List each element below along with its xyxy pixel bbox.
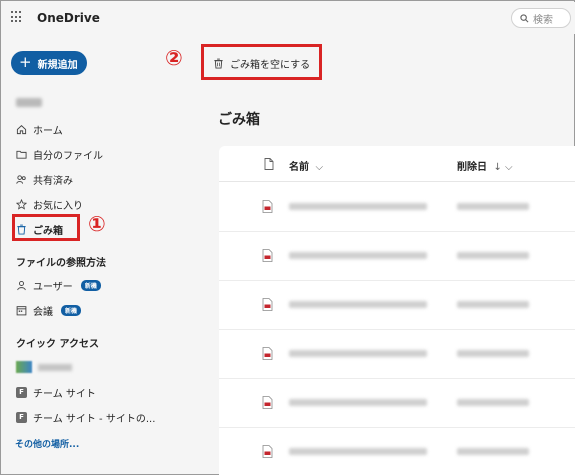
file-type-icon[interactable]: [264, 158, 274, 170]
file-name-blurred: [289, 399, 427, 406]
add-new-button[interactable]: + 新規追加: [11, 51, 87, 75]
empty-recycle-bin-button[interactable]: ごみ箱を空にする: [213, 55, 310, 71]
star-icon: [16, 198, 27, 210]
pdf-file-icon: [262, 298, 273, 311]
sidebar-item-label: ユーザー: [33, 281, 73, 293]
site-letter-icon: F: [16, 386, 27, 398]
quick-access-name-blurred[interactable]: [38, 364, 72, 371]
table-row[interactable]: [219, 428, 575, 475]
pdf-file-icon: [262, 445, 273, 458]
sidebar-item-label: お気に入り: [33, 200, 83, 212]
app-window: OneDrive 検索 + 新規追加 ホーム 自分のファイル 共有済み お気に入…: [0, 0, 575, 475]
deleted-date-blurred: [457, 252, 529, 259]
list-header: 名前 ⌵ 削除日 ↓ ⌵: [219, 146, 575, 182]
empty-recycle-bin-label: ごみ箱を空にする: [230, 59, 311, 71]
browse-section-title: ファイルの参照方法: [16, 258, 106, 269]
quick-item-team-site-2[interactable]: F チーム サイト - サイトの...: [16, 407, 155, 427]
new-badge: 新機: [80, 279, 101, 291]
chevron-down-icon: ⌵: [315, 162, 324, 173]
sidebar-item-label: 自分のファイル: [33, 150, 103, 162]
person-icon: [17, 280, 26, 290]
new-badge: 新機: [61, 304, 82, 316]
table-row[interactable]: [219, 183, 575, 232]
deleted-date-blurred: [457, 448, 529, 455]
people-icon: [16, 174, 26, 184]
deleted-date-blurred: [457, 203, 529, 210]
deleted-date-blurred: [457, 350, 529, 357]
column-header-name[interactable]: 名前 ⌵: [289, 158, 323, 173]
column-name-label: 名前: [289, 162, 309, 173]
sort-arrow-icon: ↓ ⌵: [493, 162, 513, 173]
sidebar-item-label: 会議: [33, 306, 53, 318]
file-name-blurred: [289, 203, 427, 210]
file-list: 名前 ⌵ 削除日 ↓ ⌵: [219, 146, 575, 475]
sidebar-item-label: 共有済み: [33, 175, 73, 187]
plus-icon: +: [19, 53, 32, 71]
deleted-date-blurred: [457, 399, 529, 406]
pdf-file-icon: [262, 249, 273, 262]
table-row[interactable]: [219, 281, 575, 330]
sidebar-item-my-files[interactable]: 自分のファイル: [16, 144, 103, 164]
pdf-file-icon: [262, 347, 273, 360]
step-marker-1: ①: [88, 212, 106, 236]
search-input[interactable]: 検索: [511, 8, 571, 28]
quick-item-label: チーム サイト: [33, 388, 96, 400]
trash-icon: [214, 58, 223, 69]
pdf-file-icon: [262, 200, 273, 213]
sidebar-item-home[interactable]: ホーム: [16, 119, 63, 139]
quick-access-title: クイック アクセス: [16, 339, 99, 350]
more-places-link[interactable]: その他の場所...: [15, 437, 79, 450]
table-row[interactable]: [219, 232, 575, 281]
file-name-blurred: [289, 301, 427, 308]
folder-icon: [16, 150, 27, 159]
table-row[interactable]: [219, 379, 575, 428]
top-bar: OneDrive 検索: [2, 2, 575, 34]
recycle-bin-highlight-box: [12, 214, 80, 241]
sidebar-item-favorites[interactable]: お気に入り: [16, 194, 83, 214]
file-name-blurred: [289, 252, 427, 259]
app-title[interactable]: OneDrive: [37, 11, 100, 25]
quick-item-team-site[interactable]: F チーム サイト: [16, 382, 96, 402]
sidebar-item-people[interactable]: ユーザー 新機: [16, 275, 101, 295]
sidebar-item-meetings[interactable]: 会議 新機: [16, 300, 82, 320]
search-placeholder: 検索: [533, 14, 553, 26]
search-icon: [520, 13, 529, 22]
column-deleted-label: 削除日: [457, 162, 487, 173]
site-letter-icon: F: [16, 411, 27, 423]
account-name-blurred: [16, 98, 42, 107]
sidebar-item-shared[interactable]: 共有済み: [16, 169, 73, 189]
column-header-deleted[interactable]: 削除日 ↓ ⌵: [457, 158, 513, 173]
app-launcher-icon[interactable]: [11, 11, 23, 23]
page-title: ごみ箱: [218, 112, 260, 128]
home-icon: [16, 124, 27, 134]
deleted-date-blurred: [457, 301, 529, 308]
quick-access-avatar[interactable]: [16, 361, 32, 373]
table-row[interactable]: [219, 330, 575, 379]
quick-item-label: チーム サイト - サイトの...: [33, 413, 156, 425]
sidebar-item-label: ホーム: [33, 125, 63, 137]
file-name-blurred: [289, 350, 427, 357]
step-marker-2: ②: [165, 46, 183, 70]
file-name-blurred: [289, 448, 427, 455]
pdf-file-icon: [262, 396, 273, 409]
calendar-icon: [16, 305, 27, 315]
add-new-label: 新規追加: [37, 59, 78, 71]
